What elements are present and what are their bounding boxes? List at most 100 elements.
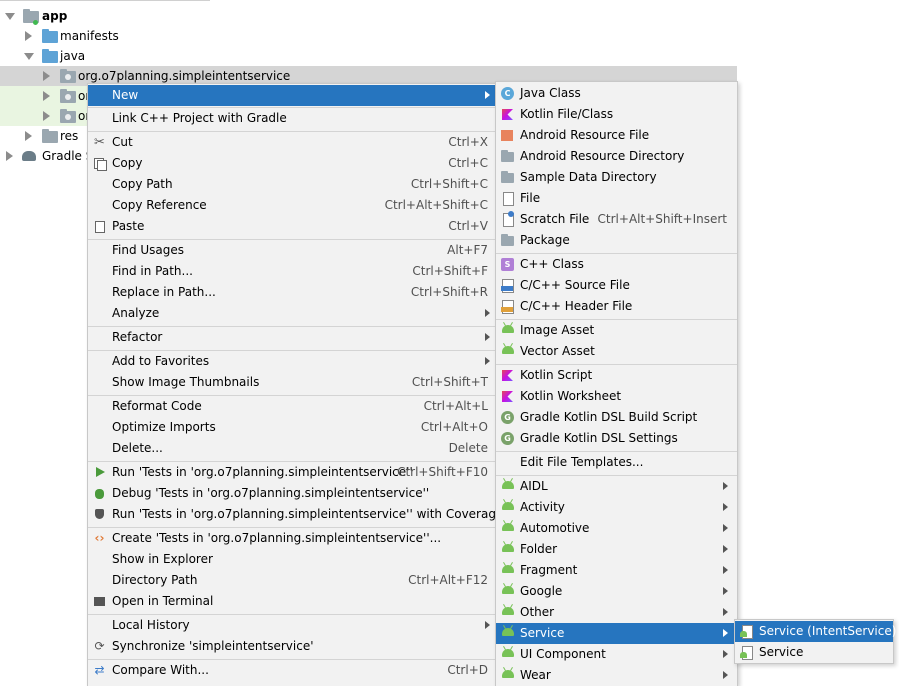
menu-item-copy-reference[interactable]: Copy Reference Ctrl+Alt+Shift+C	[88, 195, 495, 216]
expand-arrow-icon[interactable]	[5, 13, 15, 20]
new-item-java-class[interactable]: C Java Class	[496, 83, 737, 104]
tree-item-gradle[interactable]: Gradle Sc	[0, 146, 100, 166]
menu-item-replace-in-path[interactable]: Replace in Path... Ctrl+Shift+R	[88, 282, 495, 303]
menu-item-new[interactable]: New	[88, 85, 495, 106]
tree-item-package-androidtest[interactable]: or	[0, 86, 90, 106]
menu-label-copy-path: Copy Path	[112, 177, 173, 191]
service-item-intent-service[interactable]: Service (IntentService)	[735, 621, 896, 642]
collapse-arrow-icon[interactable]	[43, 91, 50, 101]
new-item-vector-asset[interactable]: Vector Asset	[496, 341, 737, 362]
folder-icon	[42, 49, 58, 63]
submenu-arrow-icon	[723, 566, 728, 574]
tree-item-package-test[interactable]: or	[0, 106, 90, 126]
tree-item-manifests[interactable]: manifests	[0, 26, 210, 46]
new-item-cpp-source[interactable]: C/C++ Source File	[496, 275, 737, 296]
new-item-wear[interactable]: Wear	[496, 665, 737, 686]
submenu-arrow-icon	[723, 503, 728, 511]
new-item-other[interactable]: Other	[496, 602, 737, 623]
tree-item-java[interactable]: java	[0, 46, 210, 66]
new-item-kotlin-script[interactable]: Kotlin Script	[496, 365, 737, 386]
collapse-arrow-icon[interactable]	[43, 111, 50, 121]
menu-item-link-cpp[interactable]: Link C++ Project with Gradle	[88, 108, 495, 129]
new-item-google[interactable]: Google	[496, 581, 737, 602]
new-item-file[interactable]: File	[496, 188, 737, 209]
new-item-android-resource-file[interactable]: Android Resource File	[496, 125, 737, 146]
new-item-package[interactable]: Package	[496, 230, 737, 251]
menu-item-reformat[interactable]: Reformat Code Ctrl+Alt+L	[88, 396, 495, 417]
new-item-scratch-file[interactable]: Scratch File Ctrl+Alt+Shift+Insert	[496, 209, 737, 230]
menu-label-optimize: Optimize Imports	[112, 420, 216, 434]
collapse-arrow-icon[interactable]	[25, 131, 32, 141]
new-item-kotlin-worksheet[interactable]: Kotlin Worksheet	[496, 386, 737, 407]
new-item-cpp-class[interactable]: S C++ Class	[496, 254, 737, 275]
submenu-arrow-icon	[723, 545, 728, 553]
shortcut-delete: Delete	[448, 441, 488, 455]
new-item-cpp-header[interactable]: C/C++ Header File	[496, 296, 737, 317]
tree-item-app[interactable]: app	[0, 6, 210, 26]
menu-item-paste[interactable]: Paste Ctrl+V	[88, 216, 495, 237]
new-item-image-asset[interactable]: Image Asset	[496, 320, 737, 341]
kotlin-icon	[501, 390, 514, 403]
shortcut-copy-reference: Ctrl+Alt+Shift+C	[384, 198, 488, 212]
service-item-service[interactable]: Service	[735, 642, 893, 663]
menu-item-show-thumbnails[interactable]: Show Image Thumbnails Ctrl+Shift+T	[88, 372, 495, 393]
tree-label-res: res	[60, 129, 79, 143]
new-item-android-resource-dir[interactable]: Android Resource Directory	[496, 146, 737, 167]
new-item-folder[interactable]: Folder	[496, 539, 737, 560]
new-item-sample-data-dir[interactable]: Sample Data Directory	[496, 167, 737, 188]
menu-item-show-explorer[interactable]: Show in Explorer	[88, 549, 495, 570]
collapse-arrow-icon[interactable]	[6, 151, 13, 161]
android-icon	[502, 607, 514, 615]
new-label-service: Service	[520, 626, 565, 640]
menu-item-directory-path[interactable]: Directory Path Ctrl+Alt+F12	[88, 570, 495, 591]
tree-item-res[interactable]: res	[0, 126, 88, 146]
new-item-gradle-build-script[interactable]: G Gradle Kotlin DSL Build Script	[496, 407, 737, 428]
menu-item-copy[interactable]: Copy Ctrl+C	[88, 153, 495, 174]
menu-item-find-usages[interactable]: Find Usages Alt+F7	[88, 240, 495, 261]
menu-item-debug-tests[interactable]: Debug 'Tests in 'org.o7planning.simplein…	[88, 483, 495, 504]
collapse-arrow-icon[interactable]	[43, 71, 50, 81]
kotlin-icon	[501, 369, 514, 382]
menu-item-delete[interactable]: Delete... Delete	[88, 438, 495, 459]
new-item-aidl[interactable]: AIDL	[496, 476, 737, 497]
menu-item-run-tests[interactable]: Run 'Tests in 'org.o7planning.simpleinte…	[88, 462, 495, 483]
submenu-arrow-icon	[723, 629, 728, 637]
new-label-vector-asset: Vector Asset	[520, 344, 595, 358]
menu-item-find-in-path[interactable]: Find in Path... Ctrl+Shift+F	[88, 261, 495, 282]
collapse-arrow-icon[interactable]	[25, 31, 32, 41]
gradle-elephant-icon	[22, 151, 36, 161]
android-icon	[502, 502, 514, 510]
menu-item-run-coverage[interactable]: Run 'Tests in 'org.o7planning.simpleinte…	[88, 504, 503, 525]
new-label-kotlin-script: Kotlin Script	[520, 368, 593, 382]
shortcut-paste: Ctrl+V	[448, 219, 488, 233]
resource-file-icon	[501, 129, 514, 142]
menu-item-synchronize[interactable]: ⟳ Synchronize 'simpleintentservice'	[88, 636, 495, 657]
new-label-java-class: Java Class	[520, 86, 581, 100]
new-item-fragment[interactable]: Fragment	[496, 560, 737, 581]
create-test-icon: ‹›	[94, 531, 105, 545]
menu-item-compare[interactable]: ⇄ Compare With... Ctrl+D	[88, 660, 495, 681]
menu-item-analyze[interactable]: Analyze	[88, 303, 495, 324]
new-item-automotive[interactable]: Automotive	[496, 518, 737, 539]
menu-item-create-tests[interactable]: ‹› Create 'Tests in 'org.o7planning.simp…	[88, 528, 495, 549]
new-submenu: C Java Class Kotlin File/Class Android R…	[495, 81, 738, 686]
new-item-activity[interactable]: Activity	[496, 497, 737, 518]
new-item-service[interactable]: Service	[496, 623, 737, 644]
menu-item-copy-path[interactable]: Copy Path Ctrl+Shift+C	[88, 174, 495, 195]
menu-item-refactor[interactable]: Refactor	[88, 327, 495, 348]
menu-item-add-favorites[interactable]: Add to Favorites	[88, 351, 495, 372]
menu-item-open-terminal[interactable]: Open in Terminal	[88, 591, 495, 612]
menu-label-link-cpp: Link C++ Project with Gradle	[112, 111, 287, 125]
menu-item-cut[interactable]: ✂ Cut Ctrl+X	[88, 132, 495, 153]
expand-arrow-icon[interactable]	[24, 53, 34, 60]
new-item-edit-templates[interactable]: Edit File Templates...	[496, 452, 737, 473]
shortcut-reformat: Ctrl+Alt+L	[423, 399, 488, 413]
gradle-icon: G	[501, 411, 514, 424]
menu-item-optimize[interactable]: Optimize Imports Ctrl+Alt+O	[88, 417, 495, 438]
menu-label-show-explorer: Show in Explorer	[112, 552, 213, 566]
submenu-arrow-icon	[485, 309, 490, 317]
new-item-kotlin-file[interactable]: Kotlin File/Class	[496, 104, 737, 125]
new-item-ui-component[interactable]: UI Component	[496, 644, 737, 665]
new-item-gradle-settings[interactable]: G Gradle Kotlin DSL Settings	[496, 428, 737, 449]
menu-item-local-history[interactable]: Local History	[88, 615, 495, 636]
